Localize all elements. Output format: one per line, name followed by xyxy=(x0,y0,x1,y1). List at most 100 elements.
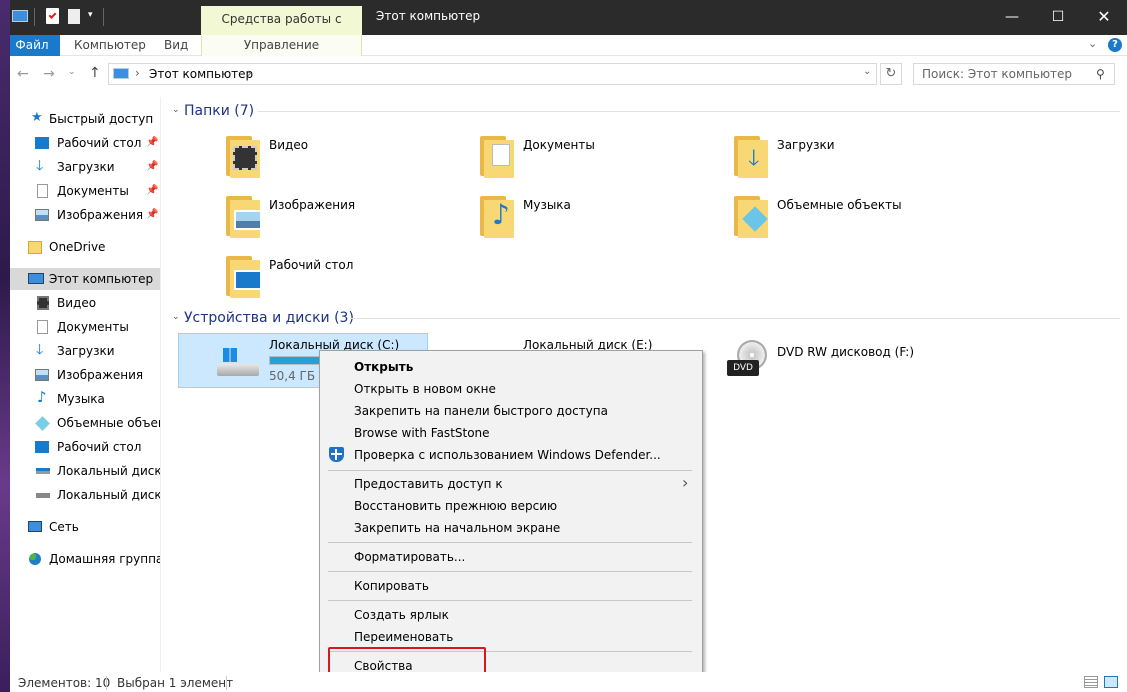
forward-arrow-icon[interactable]: → xyxy=(43,66,55,82)
breadcrumb-chevron-icon[interactable]: › xyxy=(135,66,140,80)
menu-item-open-new-window[interactable]: Открыть в новом окне xyxy=(354,382,496,396)
sidebar-item-videos[interactable]: Видео xyxy=(10,292,160,314)
folders-group-header[interactable]: Папки (7) xyxy=(184,103,254,119)
menu-item-rename[interactable]: Переименовать xyxy=(354,630,453,644)
properties-icon[interactable] xyxy=(46,8,59,24)
folder-label[interactable]: Рабочий стол xyxy=(269,258,353,272)
sidebar-item-3d-objects[interactable]: Объемные объекты xyxy=(10,412,160,434)
sidebar-item-homegroup[interactable]: Домашняя группа xyxy=(10,548,160,570)
sidebar-item-label: Документы xyxy=(57,184,129,198)
sidebar-item-desktop[interactable]: Рабочий стол xyxy=(10,436,160,458)
menu-item-copy[interactable]: Копировать xyxy=(354,579,429,593)
search-input[interactable]: Поиск: Этот компьютер ⚲ xyxy=(913,63,1115,85)
sidebar-item-drive-e[interactable]: Локальный диск (E:) xyxy=(10,484,160,506)
menu-item-pin-start[interactable]: Закрепить на начальном экране xyxy=(354,521,560,535)
drives-group-header[interactable]: Устройства и диски (3) xyxy=(184,310,354,326)
collapse-chevron-icon[interactable]: ⌄ xyxy=(172,312,180,322)
menu-item-open[interactable]: Открыть xyxy=(354,360,413,374)
expand-ribbon-icon[interactable]: ⌄ xyxy=(1088,37,1097,50)
minimize-button[interactable]: — xyxy=(989,0,1035,34)
menu-item-share[interactable]: Предоставить доступ к xyxy=(354,477,503,491)
status-selection: Выбран 1 элемент xyxy=(117,676,234,690)
divider xyxy=(350,318,1120,319)
pin-icon: 📌 xyxy=(146,137,159,148)
sidebar-item-label: Видео xyxy=(57,296,97,310)
document-icon xyxy=(37,184,48,198)
sidebar-item-this-pc[interactable]: Этот компьютер xyxy=(10,268,160,290)
sidebar-item-pictures[interactable]: Изображения 📌 xyxy=(10,204,160,226)
folder-label[interactable]: Музыка xyxy=(523,198,571,212)
sidebar-item-desktop[interactable]: Рабочий стол 📌 xyxy=(10,132,160,154)
desktop-folder-icon[interactable] xyxy=(224,254,264,300)
sidebar-item-network[interactable]: Сеть xyxy=(10,516,160,538)
submenu-chevron-icon: › xyxy=(682,473,689,492)
details-view-icon[interactable] xyxy=(1084,676,1098,688)
menu-item-create-shortcut[interactable]: Создать ярлык xyxy=(354,608,449,622)
windows-logo-icon xyxy=(223,348,237,362)
sidebar-item-music[interactable]: ♪ Музыка xyxy=(10,388,160,410)
sidebar-item-label: Рабочий стол xyxy=(57,440,142,454)
music-folder-icon[interactable]: ♪ xyxy=(478,194,518,240)
customize-quick-access-icon[interactable]: ▾ xyxy=(88,10,93,20)
drive-tools-context-tab[interactable]: Средства работы с дисками xyxy=(201,6,362,52)
pictures-folder-icon[interactable] xyxy=(224,194,264,240)
star-icon: ★ xyxy=(31,110,43,125)
sidebar-item-quick-access[interactable]: ★ Быстрый доступ xyxy=(10,108,160,130)
3d-objects-folder-icon[interactable] xyxy=(732,194,772,240)
folder-label[interactable]: Документы xyxy=(523,138,595,152)
context-menu: Открыть Открыть в новом окне Закрепить н… xyxy=(319,350,703,682)
dvd-badge: DVD xyxy=(727,360,759,376)
sidebar-item-documents[interactable]: Документы 📌 xyxy=(10,180,160,202)
sidebar-item-downloads[interactable]: 🡓 Загрузки 📌 xyxy=(10,156,160,178)
folder-label[interactable]: Объемные объекты xyxy=(777,198,902,212)
address-dropdown-icon[interactable]: ⌄ xyxy=(863,66,871,77)
sidebar-item-downloads[interactable]: 🡓 Загрузки xyxy=(10,340,160,362)
sidebar-item-label: OneDrive xyxy=(49,240,106,254)
menu-item-pin-quick-access[interactable]: Закрепить на панели быстрого доступа xyxy=(354,404,608,418)
menu-item-defender-scan[interactable]: Проверка с использованием Windows Defend… xyxy=(354,448,661,462)
dvd-drive-name[interactable]: DVD RW дисковод (F:) xyxy=(777,345,914,359)
computer-icon xyxy=(113,68,129,79)
collapse-chevron-icon[interactable]: ⌄ xyxy=(172,105,180,115)
pin-icon: 📌 xyxy=(146,185,159,196)
maximize-button[interactable]: ☐ xyxy=(1035,0,1081,34)
breadcrumb[interactable]: Этот компьютер xyxy=(149,67,253,81)
tab-manage[interactable]: Управление xyxy=(201,35,362,56)
up-arrow-icon[interactable]: ↑ xyxy=(89,65,101,81)
picture-icon xyxy=(35,369,49,381)
drive-icon xyxy=(217,364,259,376)
tab-view[interactable]: Вид xyxy=(164,38,188,52)
sidebar-item-label: Музыка xyxy=(57,392,105,406)
documents-folder-icon[interactable] xyxy=(478,134,518,180)
close-button[interactable]: ✕ xyxy=(1081,0,1127,34)
search-icon: ⚲ xyxy=(1096,67,1105,81)
large-icons-view-icon[interactable] xyxy=(1104,676,1118,688)
menu-item-faststone[interactable]: Browse with FastStone xyxy=(354,426,490,440)
sidebar-item-drive-c[interactable]: Локальный диск (C:) xyxy=(10,460,160,482)
dvd-drive-icon[interactable]: DVD xyxy=(727,340,771,382)
back-arrow-icon[interactable]: ← xyxy=(17,66,29,82)
recent-locations-icon[interactable]: ⌄ xyxy=(68,67,76,77)
sidebar-item-onedrive[interactable]: OneDrive xyxy=(10,236,160,258)
menu-item-format[interactable]: Форматировать... xyxy=(354,550,465,564)
new-folder-icon[interactable] xyxy=(68,9,80,24)
downloads-folder-icon[interactable]: 🡓 xyxy=(732,134,772,180)
pin-icon: 📌 xyxy=(146,161,159,172)
folder-label[interactable]: Загрузки xyxy=(777,138,835,152)
film-icon xyxy=(37,296,49,310)
breadcrumb-chevron-icon[interactable]: › xyxy=(247,66,252,80)
address-bar[interactable]: › Этот компьютер › ⌄ xyxy=(108,63,877,85)
menu-item-restore-versions[interactable]: Восстановить прежнюю версию xyxy=(354,499,557,513)
refresh-button[interactable]: ↻ xyxy=(880,63,902,85)
computer-icon[interactable] xyxy=(12,10,28,22)
sidebar-item-documents[interactable]: Документы xyxy=(10,316,160,338)
help-icon[interactable]: ? xyxy=(1108,38,1122,52)
folder-icon xyxy=(28,241,42,254)
video-folder-icon[interactable] xyxy=(224,134,264,180)
folder-label[interactable]: Видео xyxy=(269,138,308,152)
tab-file[interactable]: Файл xyxy=(4,35,60,56)
document-icon xyxy=(37,320,48,334)
folder-label[interactable]: Изображения xyxy=(269,198,355,212)
tab-computer[interactable]: Компьютер xyxy=(74,38,146,52)
sidebar-item-pictures[interactable]: Изображения xyxy=(10,364,160,386)
